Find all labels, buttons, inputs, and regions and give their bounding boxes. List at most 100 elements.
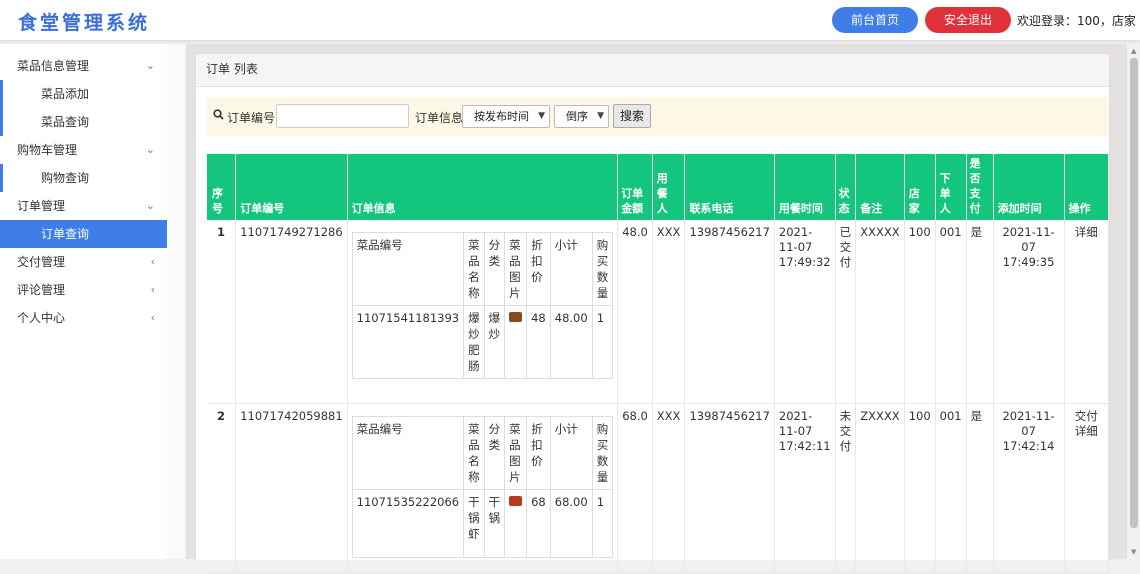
- sub-category: 爆炒: [483, 305, 506, 379]
- cell-meal-time: 2021-11-07 17:42:11: [774, 403, 836, 574]
- sidebar-item-cart-query[interactable]: 购物查询: [0, 164, 167, 192]
- sub-image: [504, 305, 528, 379]
- sub-subtotal: 48.00: [549, 305, 593, 379]
- cell-amount: 48.0: [617, 220, 653, 404]
- subtable-row: 11071535222066 干锅虾 干锅 68 68.00 1: [351, 488, 614, 558]
- search-icon: [213, 109, 224, 123]
- cell-status: 已交付: [835, 220, 857, 404]
- sub-col-dish-no: 菜品编号: [351, 232, 465, 306]
- cell-action: 交付 详细: [1064, 403, 1110, 574]
- sidebar-group-profile[interactable]: 个人中心 ‹: [0, 304, 167, 332]
- cell-paid: 是: [966, 403, 994, 574]
- sidebar-group-dish[interactable]: 菜品信息管理 ⌄: [0, 52, 167, 80]
- col-paid: 是否支付: [966, 154, 994, 220]
- sidebar-item-dish-add[interactable]: 菜品添加: [0, 80, 167, 108]
- cell-status: 未交付: [835, 403, 857, 574]
- sub-col-subtotal: 小计: [549, 232, 593, 306]
- sidebar-group-cart[interactable]: 购物车管理 ⌄: [0, 136, 167, 164]
- vertical-scrollbar[interactable]: ▲ ▼: [1128, 44, 1140, 559]
- col-order-no: 订单编号: [235, 154, 348, 220]
- scroll-down-icon[interactable]: ▼: [1131, 548, 1136, 556]
- sub-dish-name: 干锅虾: [463, 488, 485, 558]
- col-amount: 订单金额: [617, 154, 653, 220]
- col-action: 操作: [1064, 154, 1110, 220]
- cell-orderer: 001: [935, 403, 967, 574]
- chevron-left-icon: ‹: [150, 255, 155, 268]
- detail-link[interactable]: 详细: [1075, 424, 1098, 438]
- cell-diner: XXX: [652, 220, 686, 404]
- sub-col-discount: 折扣价: [526, 232, 551, 306]
- subtable-header: 菜品编号 菜品名称 分类 菜品图片 折扣价 小计 购买数量: [351, 232, 614, 306]
- cell-shop: 100: [904, 220, 936, 404]
- cell-diner: XXX: [652, 403, 686, 574]
- sub-col-image: 菜品图片: [504, 415, 528, 490]
- dish-image: [509, 312, 523, 322]
- detail-link[interactable]: 详细: [1075, 225, 1098, 239]
- cell-action: 详细: [1064, 220, 1110, 404]
- sub-col-category: 分类: [483, 232, 506, 306]
- search-button[interactable]: 搜索: [613, 104, 651, 128]
- cell-added: 2021-11-07 17:42:14: [993, 403, 1065, 574]
- sidebar-group-label: 菜品信息管理: [17, 59, 90, 73]
- cell-seq: 1: [207, 220, 237, 404]
- col-phone: 联系电话: [684, 154, 775, 220]
- cell-paid: 是: [966, 220, 994, 404]
- main-panel: 订单 列表 订单编号 订单信息 按发布时间 ▼ 倒序 ▼ 搜索 序号 订单编号 …: [186, 44, 1127, 574]
- table-header-row: 序号 订单编号 订单信息 订单金额 用餐人 联系电话 用餐时间 状态 备注 店家…: [207, 154, 1110, 220]
- sidebar-item-dish-query[interactable]: 菜品查询: [0, 108, 167, 136]
- order-no-label: 订单编号: [227, 111, 276, 125]
- sub-category: 干锅: [483, 488, 506, 558]
- chevron-down-icon: ⌄: [145, 199, 155, 212]
- subtable-row: 11071541181393 爆炒肥肠 爆炒 48 48.00 1: [351, 305, 614, 379]
- sub-discount: 48: [526, 305, 551, 379]
- sidebar-group-label: 交付管理: [17, 255, 66, 269]
- sort-field-select[interactable]: 按发布时间 ▼: [462, 105, 550, 128]
- scrollbar-thumb[interactable]: [1130, 58, 1138, 528]
- cell-phone: 13987456217: [684, 403, 775, 574]
- pay-link[interactable]: 交付: [1075, 409, 1098, 423]
- sub-qty: 1: [591, 488, 614, 558]
- sub-subtotal: 68.00: [549, 488, 593, 558]
- sidebar-group-delivery[interactable]: 交付管理 ‹: [0, 248, 167, 276]
- cell-amount: 68.0: [617, 403, 653, 574]
- logout-button[interactable]: 安全退出: [925, 7, 1011, 33]
- cell-remark: ZXXXX: [855, 403, 905, 574]
- card-title: 订单 列表: [196, 54, 1109, 87]
- sub-col-dish-no: 菜品编号: [351, 415, 465, 490]
- sub-col-discount: 折扣价: [526, 415, 551, 490]
- sub-discount: 68: [526, 488, 551, 558]
- sub-dish-no: 11071535222066: [351, 488, 465, 558]
- col-order-info: 订单信息: [347, 154, 619, 220]
- sub-col-dish-name: 菜品名称: [463, 232, 485, 306]
- sub-col-qty: 购买数量: [591, 415, 614, 490]
- subtable-header: 菜品编号 菜品名称 分类 菜品图片 折扣价 小计 购买数量: [351, 415, 614, 490]
- sub-col-subtotal: 小计: [549, 415, 593, 490]
- col-meal-time: 用餐时间: [774, 154, 836, 220]
- sort-order-select[interactable]: 倒序 ▼: [554, 105, 609, 128]
- welcome-text: 欢迎登录：100，店家: [1017, 14, 1136, 28]
- order-items-subtable: 菜品编号 菜品名称 分类 菜品图片 折扣价 小计 购买数量 1107154118…: [351, 232, 614, 379]
- sidebar-group-comment[interactable]: 评论管理 ‹: [0, 276, 167, 304]
- col-seq: 序号: [207, 154, 237, 220]
- cell-added: 2021-11-07 17:49:35: [993, 220, 1065, 404]
- sort-order-value: 倒序: [566, 110, 588, 123]
- chevron-down-icon: ▼: [538, 111, 545, 121]
- sidebar: 菜品信息管理 ⌄ 菜品添加 菜品查询 购物车管理 ⌄ 购物查询 订单管理 ⌄ 订…: [0, 44, 167, 559]
- chevron-down-icon: ⌄: [145, 143, 155, 156]
- cell-orderer: 001: [935, 220, 967, 404]
- sidebar-group-label: 购物车管理: [17, 143, 78, 157]
- sidebar-group-label: 订单管理: [17, 199, 66, 213]
- col-shop: 店家: [904, 154, 936, 220]
- cell-phone: 13987456217: [684, 220, 775, 404]
- sub-qty: 1: [591, 305, 614, 379]
- scroll-up-icon[interactable]: ▲: [1131, 47, 1136, 55]
- order-table: 序号 订单编号 订单信息 订单金额 用餐人 联系电话 用餐时间 状态 备注 店家…: [207, 154, 1110, 574]
- cell-remark: XXXXX: [855, 220, 905, 404]
- home-button[interactable]: 前台首页: [832, 7, 918, 33]
- cell-order-info: 菜品编号 菜品名称 分类 菜品图片 折扣价 小计 购买数量 1107153522…: [347, 403, 619, 574]
- sub-col-qty: 购买数量: [591, 232, 614, 306]
- sidebar-item-order-query[interactable]: 订单查询: [0, 220, 167, 248]
- gutter: [167, 44, 185, 559]
- sidebar-group-order[interactable]: 订单管理 ⌄: [0, 192, 167, 220]
- order-no-input[interactable]: [276, 104, 409, 128]
